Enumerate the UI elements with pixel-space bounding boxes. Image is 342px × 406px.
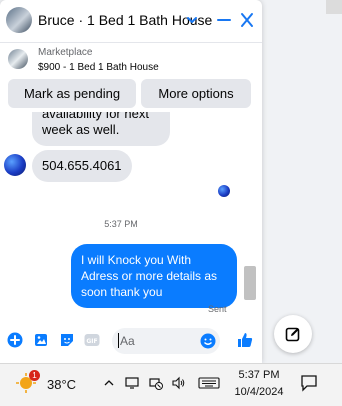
message-list: availability for next week as well. 504.… — [0, 112, 262, 320]
message-scrollbar[interactable] — [244, 266, 256, 300]
more-options-button[interactable]: More options — [141, 79, 251, 108]
compose-icon — [285, 327, 300, 342]
chevron-down-icon[interactable] — [185, 13, 199, 27]
sender-avatar[interactable] — [4, 154, 26, 176]
sticker-icon[interactable] — [59, 332, 75, 348]
message-status: Sent — [208, 304, 227, 314]
seen-indicator-avatar — [218, 185, 230, 197]
text-caret — [118, 333, 119, 348]
incoming-message-phone: 504.655.4061 — [32, 150, 132, 182]
gif-icon[interactable]: GIF — [84, 332, 100, 348]
marketplace-listing[interactable]: Marketplace $900 - 1 Bed 1 Bath House — [0, 43, 262, 81]
notification-icon[interactable] — [300, 374, 318, 392]
monitor-icon[interactable] — [125, 376, 139, 390]
chevron-up-icon[interactable] — [102, 376, 116, 390]
temperature[interactable]: 38°C — [47, 377, 76, 392]
chat-window: Bruce · 1 Bed 1 Bath House Marketplace $… — [0, 0, 262, 363]
minimize-icon[interactable] — [216, 11, 232, 29]
close-icon[interactable] — [239, 11, 255, 29]
taskbar: 1 38°C 5:37 PM 10/4/2024 — [0, 363, 342, 406]
background-tile — [326, 0, 342, 14]
photo-icon[interactable] — [33, 332, 49, 348]
volume-icon[interactable] — [172, 376, 186, 390]
new-message-button[interactable] — [274, 315, 312, 353]
message-input[interactable]: Aa — [112, 328, 220, 354]
clock-date[interactable]: 10/4/2024 — [232, 386, 286, 398]
chat-header[interactable]: Bruce · 1 Bed 1 Bath House — [0, 0, 262, 42]
mark-as-pending-button[interactable]: Mark as pending — [8, 79, 136, 108]
svg-text:GIF: GIF — [86, 338, 97, 345]
incoming-message: availability for next week as well. — [32, 112, 170, 146]
emoji-icon[interactable] — [200, 333, 216, 349]
outgoing-message: I will Knock you With Adress or more det… — [71, 244, 237, 308]
weather-badge: 1 — [29, 370, 40, 381]
message-input-placeholder: Aa — [120, 334, 135, 348]
clock-time[interactable]: 5:37 PM — [236, 369, 282, 381]
listing-kind: Marketplace — [38, 47, 93, 58]
listing-title[interactable]: $900 - 1 Bed 1 Bath House — [38, 62, 159, 73]
message-composer: GIF Aa — [0, 322, 262, 360]
network-icon[interactable] — [149, 376, 163, 390]
listing-actions: Mark as pending More options — [0, 79, 262, 109]
contact-avatar[interactable] — [6, 7, 32, 33]
listing-thumbnail[interactable] — [8, 49, 28, 69]
like-icon[interactable] — [236, 331, 254, 349]
keyboard-icon[interactable] — [198, 376, 220, 390]
plus-icon[interactable] — [7, 332, 23, 348]
message-timestamp: 5:37 PM — [104, 219, 138, 229]
